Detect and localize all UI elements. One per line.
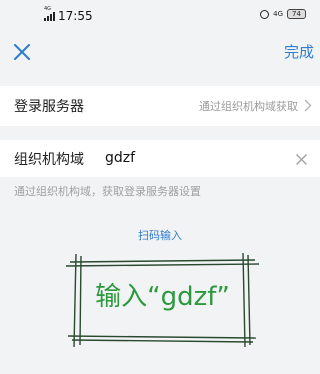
org-domain-row: 组织机构域 [0, 140, 320, 177]
stamp-text: 输入“gdzf” [95, 282, 230, 312]
battery-level: 74 [292, 10, 301, 18]
status-left: 4G 17:55 [44, 6, 93, 23]
network-type-right: 4G [273, 10, 283, 18]
login-server-label: 登录服务器 [14, 99, 84, 115]
status-time: 17:55 [58, 9, 93, 23]
annotation-stamp: 输入“gdzf” [60, 250, 265, 350]
done-button[interactable]: 完成 [284, 41, 314, 62]
network-type-label: 4G [44, 5, 52, 12]
status-bar: 4G 17:55 4G 74 [0, 0, 320, 34]
alarm-icon [260, 9, 270, 19]
login-server-value: 通过组织机构域获取 [199, 100, 298, 113]
org-domain-label: 组织机构域 [14, 152, 84, 168]
clear-icon [295, 153, 308, 166]
login-server-row[interactable]: 登录服务器 通过组织机构域获取 [0, 86, 320, 126]
close-icon [14, 44, 30, 60]
scan-input-link[interactable]: 扫码输入 [0, 227, 320, 243]
org-domain-input[interactable] [105, 144, 285, 172]
status-right: 4G 74 [260, 9, 306, 19]
chevron-right-icon [304, 99, 312, 112]
org-domain-hint: 通过组织机构域，获取登录服务器设置 [14, 185, 201, 198]
cell-signal-icon: 4G [44, 6, 55, 21]
battery-icon: 74 [287, 9, 306, 19]
nav-bar: 完成 [0, 34, 320, 70]
clear-input-button[interactable] [295, 151, 308, 170]
close-button[interactable] [10, 40, 34, 64]
